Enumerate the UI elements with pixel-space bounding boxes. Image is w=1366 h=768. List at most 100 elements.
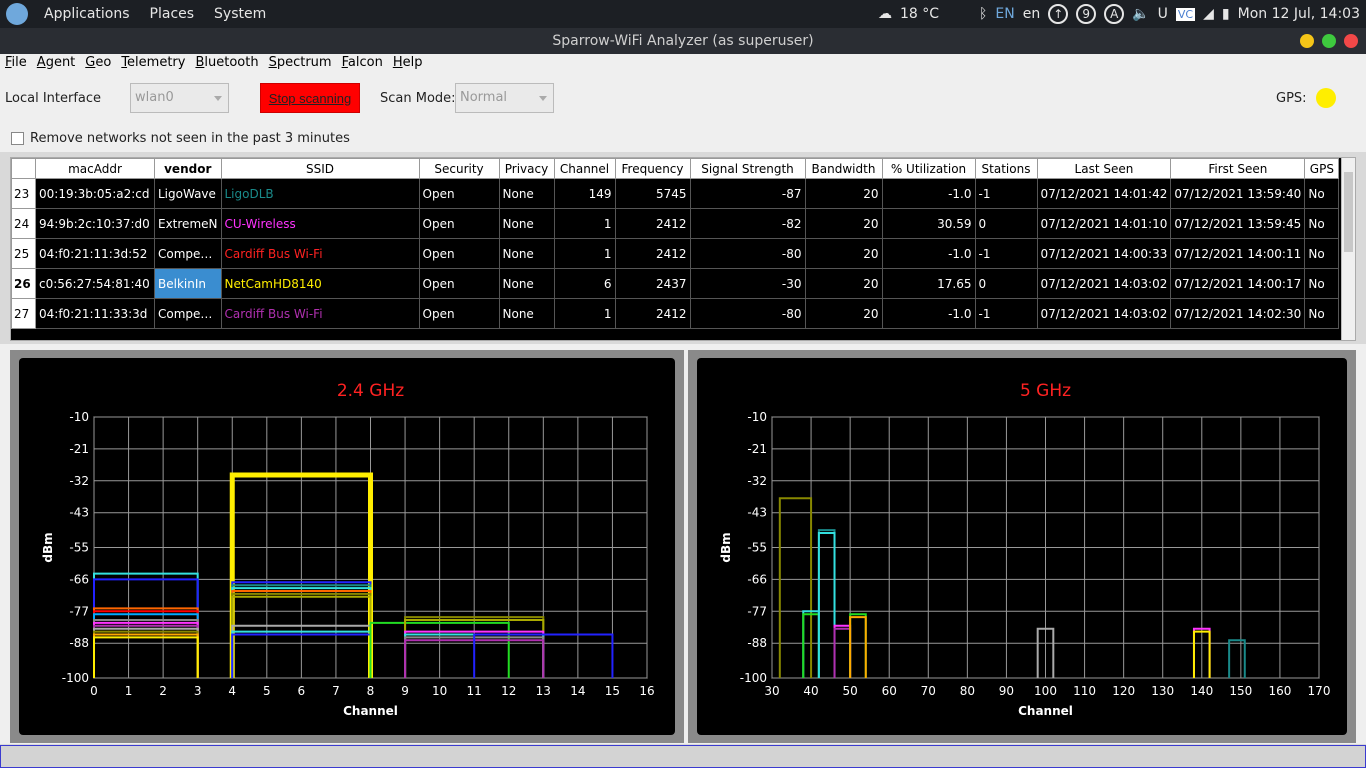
close-button[interactable] xyxy=(1344,34,1358,48)
cell-vendor[interactable]: BelkinIn xyxy=(154,268,222,299)
cell-privacy[interactable]: None xyxy=(498,268,555,299)
cell-first-seen[interactable]: 07/12/2021 14:00:17 xyxy=(1170,268,1306,299)
volume-icon[interactable]: 🔈 xyxy=(1132,6,1149,22)
cell-bandwidth[interactable]: 20 xyxy=(804,208,883,239)
cell-vendor[interactable]: Compe… xyxy=(154,238,222,269)
cell-frequency[interactable]: 2412 xyxy=(614,298,691,329)
cell-signal[interactable]: -30 xyxy=(689,268,806,299)
col-header-signal[interactable]: Signal Strength xyxy=(689,158,806,179)
col-header-security[interactable]: Security xyxy=(418,158,500,179)
app-indicator-icon[interactable]: U xyxy=(1158,6,1168,22)
remove-old-networks-checkbox[interactable] xyxy=(11,132,24,145)
weather-temp[interactable]: 18 °C xyxy=(900,6,939,22)
cell-mac[interactable]: 00:19:3b:05:a2:cd xyxy=(35,178,155,209)
menu-help[interactable]: Help xyxy=(388,54,428,72)
cell-ssid[interactable]: Cardiff Bus Wi-Fi xyxy=(220,238,420,269)
cell-privacy[interactable]: None xyxy=(498,238,555,269)
cell-gps[interactable]: No xyxy=(1304,298,1340,329)
table-row[interactable]: 26 c0:56:27:54:81:40 BelkinIn NetCamHD8140 O… xyxy=(11,268,1340,299)
row-number[interactable]: 26 xyxy=(11,268,36,299)
cell-security[interactable]: Open xyxy=(418,208,500,239)
cell-channel[interactable]: 1 xyxy=(553,298,616,329)
cell-stations[interactable]: -1 xyxy=(974,238,1038,269)
cell-channel[interactable]: 1 xyxy=(553,238,616,269)
cell-signal[interactable]: -80 xyxy=(689,298,806,329)
row-number[interactable]: 23 xyxy=(11,178,36,209)
cell-security[interactable]: Open xyxy=(418,178,500,209)
row-number[interactable]: 24 xyxy=(11,208,36,239)
table-scrollbar[interactable] xyxy=(1341,158,1355,340)
cell-ssid[interactable]: CU-Wireless xyxy=(220,208,420,239)
maximize-button[interactable] xyxy=(1322,34,1336,48)
cell-security[interactable]: Open xyxy=(418,238,500,269)
minimize-button[interactable] xyxy=(1300,34,1314,48)
col-header-frequency[interactable]: Frequency xyxy=(614,158,691,179)
col-header-last-seen[interactable]: Last Seen xyxy=(1036,158,1172,179)
cell-first-seen[interactable]: 07/12/2021 13:59:45 xyxy=(1170,208,1306,239)
cell-bandwidth[interactable]: 20 xyxy=(804,238,883,269)
cell-bandwidth[interactable]: 20 xyxy=(804,298,883,329)
col-header-gps[interactable]: GPS xyxy=(1304,158,1340,179)
col-header-macaddr[interactable]: macAddr xyxy=(35,158,155,179)
menu-places[interactable]: Places xyxy=(140,6,205,22)
scan-mode-select[interactable]: Normal xyxy=(455,83,554,113)
menu-applications[interactable]: Applications xyxy=(34,6,140,22)
distro-logo-icon[interactable] xyxy=(6,3,28,25)
cell-channel[interactable]: 1 xyxy=(553,208,616,239)
cell-utilization[interactable]: -1.0 xyxy=(881,298,976,329)
cell-bandwidth[interactable]: 20 xyxy=(804,268,883,299)
cell-privacy[interactable]: None xyxy=(498,298,555,329)
battery-icon[interactable]: ▮ xyxy=(1222,6,1230,22)
cell-security[interactable]: Open xyxy=(418,298,500,329)
cell-mac[interactable]: 94:9b:2c:10:37:d0 xyxy=(35,208,155,239)
cell-last-seen[interactable]: 07/12/2021 14:03:02 xyxy=(1036,268,1172,299)
window-titlebar[interactable]: Sparrow-WiFi Analyzer (as superuser) xyxy=(0,28,1366,54)
chart-5ghz[interactable]: 5 GHz 30 40 50 60 70 80 90 100 110 120 130 140 150 160… xyxy=(697,358,1347,735)
cell-stations[interactable]: 0 xyxy=(974,268,1038,299)
cell-vendor[interactable]: LigoWave xyxy=(154,178,222,209)
menu-geo[interactable]: Geo xyxy=(80,54,116,72)
cell-utilization[interactable]: -1.0 xyxy=(881,178,976,209)
cell-stations[interactable]: -1 xyxy=(974,298,1038,329)
cell-mac[interactable]: c0:56:27:54:81:40 xyxy=(35,268,155,299)
cell-channel[interactable]: 149 xyxy=(553,178,616,209)
corner-header[interactable] xyxy=(11,158,36,179)
menu-system[interactable]: System xyxy=(204,6,276,22)
cell-last-seen[interactable]: 07/12/2021 14:00:33 xyxy=(1036,238,1172,269)
col-header-channel[interactable]: Channel xyxy=(553,158,616,179)
col-header-vendor[interactable]: vendor xyxy=(154,158,222,179)
cell-gps[interactable]: No xyxy=(1304,238,1340,269)
cell-bandwidth[interactable]: 20 xyxy=(804,178,883,209)
col-header-stations[interactable]: Stations xyxy=(974,158,1038,179)
cell-utilization[interactable]: 30.59 xyxy=(881,208,976,239)
col-header-privacy[interactable]: Privacy xyxy=(498,158,555,179)
cell-first-seen[interactable]: 07/12/2021 13:59:40 xyxy=(1170,178,1306,209)
row-number[interactable]: 25 xyxy=(11,238,36,269)
bluetooth-icon[interactable]: ᛒ xyxy=(979,6,987,22)
cell-ssid[interactable]: Cardiff Bus Wi-Fi xyxy=(220,298,420,329)
table-row[interactable]: 27 04:f0:21:11:33:3d Compe… Cardiff Bus Wi-… xyxy=(11,298,1340,329)
menu-spectrum[interactable]: Spectrum xyxy=(264,54,337,72)
menu-falcon[interactable]: Falcon xyxy=(337,54,388,72)
cell-mac[interactable]: 04:f0:21:11:3d:52 xyxy=(35,238,155,269)
cell-vendor[interactable]: ExtremeN xyxy=(154,208,222,239)
cell-gps[interactable]: No xyxy=(1304,208,1340,239)
col-header-ssid[interactable]: SSID xyxy=(220,158,420,179)
networks-table[interactable]: macAddr vendor SSID Security Privacy Cha… xyxy=(10,157,1356,341)
cell-last-seen[interactable]: 07/12/2021 14:01:10 xyxy=(1036,208,1172,239)
col-header-utilization[interactable]: % Utilization xyxy=(881,158,976,179)
cell-last-seen[interactable]: 07/12/2021 14:01:42 xyxy=(1036,178,1172,209)
chart-24ghz[interactable]: 2.4 GHz0 1 2 3 4 5 6 7 8 9 10 11 12 13 14 15 16-10-21-32… xyxy=(19,358,675,735)
wifi-icon[interactable]: ◢ xyxy=(1203,6,1214,22)
menu-agent[interactable]: Agent xyxy=(32,54,81,72)
cell-frequency[interactable]: 5745 xyxy=(614,178,691,209)
remove-old-networks-label[interactable]: Remove networks not seen in the past 3 m… xyxy=(30,131,350,146)
cell-gps[interactable]: No xyxy=(1304,178,1340,209)
cell-security[interactable]: Open xyxy=(418,268,500,299)
menu-telemetry[interactable]: Telemetry xyxy=(116,54,190,72)
cell-utilization[interactable]: 17.65 xyxy=(881,268,976,299)
cell-last-seen[interactable]: 07/12/2021 14:03:02 xyxy=(1036,298,1172,329)
workspace-indicator[interactable]: 9 xyxy=(1076,4,1097,24)
table-row[interactable]: 23 00:19:3b:05:a2:cd LigoWave LigoDLB Open No… xyxy=(11,178,1340,209)
cell-frequency[interactable]: 2412 xyxy=(614,238,691,269)
